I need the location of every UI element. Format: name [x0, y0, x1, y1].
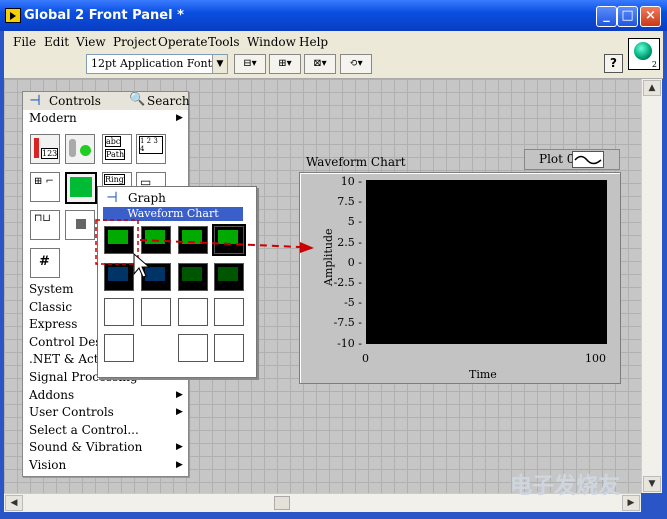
- arrow-head-icon: [300, 242, 314, 253]
- mouse-cursor-icon: [133, 252, 151, 278]
- annotation-overlay: [95, 219, 314, 278]
- drag-arrow-line: [139, 239, 301, 248]
- highlight-box: [95, 219, 139, 265]
- watermark: 电子发烧友: [510, 474, 621, 499]
